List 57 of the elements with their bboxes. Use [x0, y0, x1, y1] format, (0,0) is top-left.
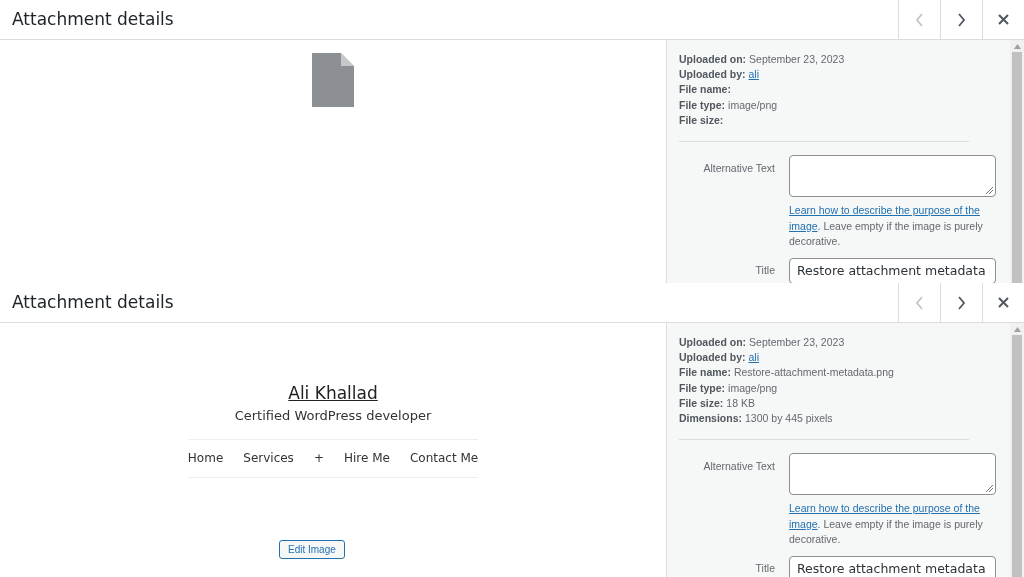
menu-item[interactable]: Home — [187, 450, 224, 467]
help-link[interactable]: image — [789, 517, 818, 530]
uploader-link[interactable]: ali — [748, 68, 760, 81]
alt-text-field[interactable] — [789, 453, 996, 496]
detail-value: September 23, 2023 — [749, 336, 845, 348]
edit-image-button[interactable]: Edit Image — [279, 540, 345, 559]
help-link[interactable]: Learn how to describe the purpose of the — [789, 501, 980, 517]
chevron-left-icon — [915, 12, 924, 27]
scroll-up-icon — [1013, 327, 1021, 332]
site-tagline: Certified WordPress developer — [234, 408, 432, 423]
detail-label: File type: — [679, 98, 726, 111]
field-label: Title — [754, 262, 775, 278]
chevron-left-icon — [915, 295, 924, 310]
field-label: Alternative Text — [702, 459, 775, 475]
alt-text-field[interactable] — [789, 155, 996, 197]
detail-label: Uploaded by: — [679, 351, 746, 364]
scrollbar[interactable] — [1010, 40, 1024, 283]
detail-label: File name: — [679, 366, 731, 379]
help-text: Learn how to describe the purpose of the image. Leave empty if the image is purely decorative. — [789, 203, 984, 249]
detail-label: Uploaded by: — [679, 68, 746, 81]
scroll-up-icon — [1013, 44, 1021, 49]
detail-label: Uploaded on: — [679, 53, 747, 65]
detail-label: File size: — [679, 396, 724, 409]
detail-value: 1300 by 445 pixels — [745, 412, 833, 424]
close-icon — [998, 297, 1009, 308]
field-label: Alternative Text — [702, 161, 775, 176]
detail-value: image/png — [728, 381, 778, 394]
chevron-right-icon — [957, 12, 966, 27]
help-link[interactable]: image — [789, 219, 818, 232]
detail-label: Dimensions: — [679, 412, 742, 424]
resize-handle-icon — [986, 485, 993, 493]
menu-item[interactable]: Hire Me — [343, 450, 390, 467]
title-field[interactable]: Restore attachment metadata — [789, 555, 996, 577]
help-text: Learn how to describe the purpose of the image. Leave empty if the image is purely decorative. — [789, 501, 984, 548]
resize-handle-icon — [986, 187, 993, 194]
close-icon — [998, 14, 1009, 25]
document-icon — [312, 53, 354, 107]
detail-value: September 23, 2023 — [749, 53, 845, 65]
field-label: Title — [754, 560, 775, 576]
modal-title: Attachment details — [11, 8, 175, 31]
modal-title: Attachment details — [11, 291, 175, 314]
detail-label: Uploaded on: — [679, 336, 747, 348]
detail-label: File name: — [679, 83, 731, 96]
detail-label: File type: — [679, 381, 726, 394]
uploader-link[interactable]: ali — [748, 351, 760, 364]
detail-label: File size: — [679, 113, 724, 126]
chevron-right-icon — [957, 295, 966, 310]
menu-item[interactable]: Contact Me — [409, 450, 479, 467]
menu-item[interactable]: + — [313, 450, 324, 467]
detail-value: Restore-attachment-metadata.png — [733, 366, 894, 379]
detail-value: image/png — [728, 98, 778, 111]
title-field[interactable]: Restore attachment metadata — [789, 257, 996, 283]
detail-value: 18 KB — [726, 396, 755, 409]
site-title-link[interactable]: Ali Khallad — [288, 382, 378, 404]
help-link[interactable]: Learn how to describe the purpose of the — [789, 203, 980, 219]
scrollbar[interactable] — [1010, 323, 1024, 577]
menu-item[interactable]: Services — [243, 450, 294, 467]
